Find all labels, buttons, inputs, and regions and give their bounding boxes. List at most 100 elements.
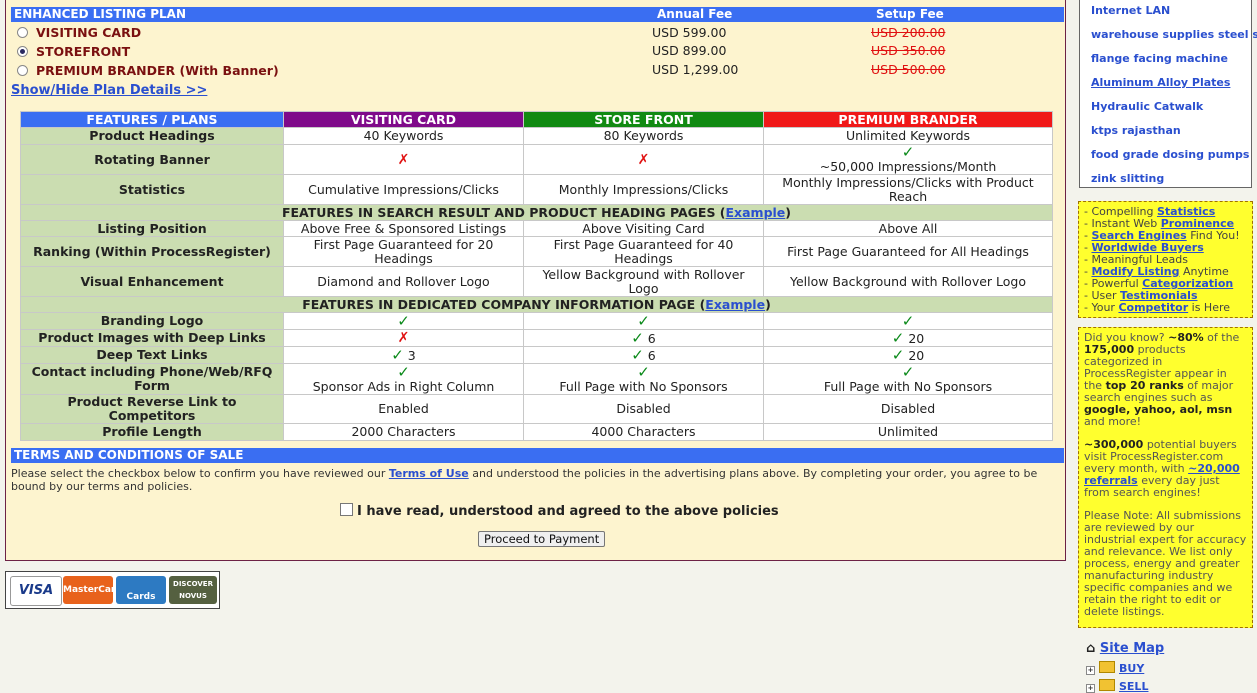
plan-option-premium[interactable]: PREMIUM BRANDER (With Banner) <box>11 62 279 80</box>
features-plans-header: FEATURES / PLANS <box>20 111 284 128</box>
terms-of-use-link[interactable]: Terms of Use <box>389 467 469 480</box>
plan-header-bar: ENHANCED LISTING PLAN Annual Fee Setup F… <box>11 7 1064 22</box>
row-label: Listing Position <box>20 220 284 237</box>
keyword-link[interactable]: food grade dosing pumps <box>1091 148 1249 161</box>
table-cell: First Page Guaranteed for 40 Headings <box>523 236 764 267</box>
table-cell: Yellow Background with Rollover Logo <box>523 266 764 297</box>
section-title-close: ) <box>785 204 792 220</box>
check-icon: ✓ <box>637 311 650 330</box>
keyword-link[interactable]: ktps rajasthan <box>1091 124 1181 137</box>
storefront-radio[interactable] <box>17 46 28 57</box>
agree-policies-checkbox-row[interactable]: I have read, understood and agreed to th… <box>340 503 779 519</box>
cell-text: Sponsor Ads in Right Column <box>312 378 495 394</box>
table-cell: Above All <box>763 220 1053 237</box>
plan-option-storefront[interactable]: STOREFRONT <box>11 43 130 61</box>
section-title-text: FEATURES IN SEARCH RESULT AND PRODUCT HE… <box>281 204 726 220</box>
mastercard-icon: MasterCard <box>63 576 122 604</box>
table-cell: ✓ Full Page with No Sponsors <box>523 363 764 395</box>
annual-fee-header: Annual Fee <box>657 7 733 21</box>
proceed-to-payment-button[interactable]: Proceed to Payment <box>478 531 606 547</box>
keyword-link[interactable]: zink slitting <box>1091 172 1164 185</box>
check-icon: ✓ <box>631 328 644 347</box>
table-cell: ✗ <box>523 144 764 175</box>
row-label: Product Headings <box>20 127 284 145</box>
tree-item-buy[interactable]: + BUY <box>1086 661 1144 675</box>
row-label: Product Reverse Link to Competitors <box>20 394 284 424</box>
keyword-link[interactable]: warehouse supplies steel st <box>1091 28 1257 41</box>
cell-count: 20 <box>908 347 925 363</box>
table-cell: Monthly Impressions/Clicks <box>523 174 764 205</box>
section-row-search: FEATURES IN SEARCH RESULT AND PRODUCT HE… <box>20 204 1053 221</box>
table-row: Product Images with Deep Links ✗ ✓ 6 ✓ 2… <box>20 328 1053 347</box>
impressions-text: ~50,000 Impressions/Month <box>819 159 997 174</box>
storefront-annual-fee: USD 899.00 <box>652 43 727 58</box>
cell-text: Full Page with No Sponsors <box>559 378 728 394</box>
visa-card-icon: VISA <box>10 576 62 606</box>
expand-icon[interactable]: + <box>1086 684 1095 693</box>
table-row: Statistics Cumulative Impressions/Clicks… <box>20 174 1053 205</box>
visiting-card-header: VISITING CARD <box>283 111 524 128</box>
cross-icon: ✗ <box>397 330 410 346</box>
plan-option-label: PREMIUM BRANDER (With Banner) <box>36 63 279 78</box>
row-label: Rotating Banner <box>20 144 284 175</box>
example-link[interactable]: Example <box>726 205 786 220</box>
table-cell: Disabled <box>523 394 764 424</box>
table-cell: Above Visiting Card <box>523 220 764 237</box>
features-promo-box: - Compelling Statistics - Instant Web Pr… <box>1078 201 1253 318</box>
table-row: Rotating Banner ✗ ✗ ✓ ~50,000 Impressions… <box>20 144 1053 175</box>
show-hide-plan-details-link[interactable]: Show/Hide Plan Details >> <box>11 83 207 98</box>
plan-option-visiting-card[interactable]: VISITING CARD <box>11 24 141 42</box>
table-cell: Unlimited <box>763 423 1053 441</box>
agree-checkbox[interactable] <box>340 503 353 516</box>
feature-item: - Your Competitor is Here <box>1084 302 1252 314</box>
visiting-card-radio[interactable] <box>17 27 28 38</box>
feature-text: is Here <box>1188 301 1231 314</box>
cross-icon: ✗ <box>637 151 650 168</box>
terms-text-before: Please select the checkbox below to conf… <box>11 467 389 480</box>
tree-item-sell[interactable]: + SELL <box>1086 679 1148 693</box>
plan-comparison-table: FEATURES / PLANS VISITING CARD STORE FRO… <box>20 111 1053 441</box>
tree-link[interactable]: BUY <box>1119 662 1144 675</box>
table-cell: ✓ 20 <box>763 329 1053 347</box>
table-cell: ✓ 6 <box>523 346 764 364</box>
store-front-header: STORE FRONT <box>523 111 764 128</box>
premium-setup-fee: USD 500.00 <box>871 62 946 77</box>
expand-icon[interactable]: + <box>1086 666 1095 675</box>
payment-cards-strip: VISA MasterCard Cards DISCOVER NOVUS <box>5 571 220 609</box>
table-cell: ✓ Full Page with No Sponsors <box>763 363 1053 395</box>
table-cell: Disabled <box>763 394 1053 424</box>
cell-count: 6 <box>647 347 656 363</box>
info-paragraph-2: ~300,000 potential buyers visit ProcessR… <box>1084 439 1247 499</box>
table-cell: 4000 Characters <box>523 423 764 441</box>
cell-count: 6 <box>647 330 656 346</box>
section-title-text: FEATURES IN DEDICATED COMPANY INFORMATIO… <box>302 296 706 312</box>
site-map-heading: ⌂ Site Map <box>1086 641 1164 656</box>
row-label: Product Images with Deep Links <box>20 329 284 347</box>
info-text: of the <box>1203 331 1240 344</box>
example-link[interactable]: Example <box>705 297 765 312</box>
agree-label: I have read, understood and agreed to th… <box>357 504 779 519</box>
table-row: Contact including Phone/Web/RFQ Form ✓ Sp… <box>20 363 1053 395</box>
table-cell: Diamond and Rollover Logo <box>283 266 524 297</box>
terms-title: TERMS AND CONDITIONS OF SALE <box>14 448 244 462</box>
section-row-company: FEATURES IN DEDICATED COMPANY INFORMATIO… <box>20 296 1053 313</box>
keyword-link[interactable]: flange facing machine <box>1091 52 1228 65</box>
table-row: Ranking (Within ProcessRegister) First P… <box>20 236 1053 267</box>
feature-link[interactable]: Competitor <box>1118 301 1188 314</box>
table-cell: Unlimited Keywords <box>763 127 1053 145</box>
table-cell: 2000 Characters <box>283 423 524 441</box>
storefront-setup-fee: USD 350.00 <box>871 43 946 58</box>
info-text: and more! <box>1084 415 1142 428</box>
tree-link[interactable]: SELL <box>1119 680 1148 693</box>
site-map-link[interactable]: Site Map <box>1100 641 1164 656</box>
keyword-link[interactable]: Aluminum Alloy Plates <box>1091 76 1230 89</box>
table-row: Profile Length 2000 Characters 4000 Char… <box>20 423 1053 441</box>
home-icon: ⌂ <box>1086 641 1096 656</box>
row-label: Branding Logo <box>20 312 284 330</box>
keyword-link[interactable]: Hydraulic Catwalk <box>1091 100 1203 113</box>
table-cell: ✓ <box>763 312 1053 330</box>
premium-radio[interactable] <box>17 65 28 76</box>
table-row: Product Reverse Link to Competitors Enab… <box>20 394 1053 424</box>
keyword-link[interactable]: Internet LAN <box>1091 4 1170 17</box>
row-label: Profile Length <box>20 423 284 441</box>
